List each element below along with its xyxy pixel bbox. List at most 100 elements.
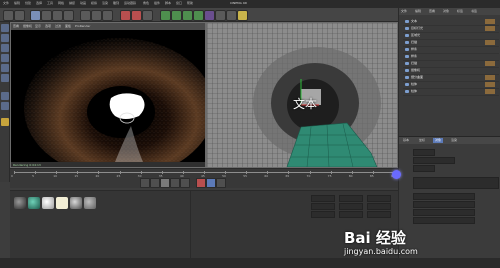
attr-field[interactable]: [413, 193, 475, 200]
attr-field[interactable]: [413, 217, 475, 224]
material-swatch[interactable]: [42, 197, 54, 209]
menu-item[interactable]: 选择: [36, 1, 42, 5]
play-icon[interactable]: [160, 178, 170, 188]
goto-end-icon[interactable]: [180, 178, 190, 188]
attr-tab-object[interactable]: 对象: [433, 138, 444, 143]
vp-menu-filter[interactable]: 过滤: [55, 24, 61, 28]
cube-icon[interactable]: [160, 10, 171, 21]
material-tag-icon[interactable]: [485, 19, 495, 24]
coord-field[interactable]: [339, 195, 363, 202]
snap-icon[interactable]: [1, 92, 9, 100]
menu-item[interactable]: 网格: [58, 1, 64, 5]
light-icon[interactable]: [237, 10, 248, 21]
attr-text-field[interactable]: [413, 177, 499, 189]
menu-item[interactable]: 帮助: [187, 1, 193, 5]
edges-mode-icon[interactable]: [1, 64, 9, 72]
scale-icon[interactable]: [52, 10, 63, 21]
floor-icon[interactable]: [215, 10, 226, 21]
subdivision-icon[interactable]: [182, 10, 193, 21]
y-axis-icon[interactable]: [91, 10, 102, 21]
menu-item[interactable]: 动画: [80, 1, 86, 5]
menu-item[interactable]: 工具: [47, 1, 53, 5]
menu-item[interactable]: 运动跟踪: [124, 1, 136, 5]
coord-field[interactable]: [367, 203, 391, 210]
menu-item[interactable]: 窗口: [176, 1, 182, 5]
material-swatch[interactable]: [56, 197, 68, 209]
vp-menu-panel[interactable]: 面板: [65, 24, 71, 28]
attr-tab-basic[interactable]: 基本: [401, 138, 411, 143]
coord-field[interactable]: [311, 211, 335, 218]
model-mode-icon[interactable]: [1, 34, 9, 42]
x-axis-icon[interactable]: [80, 10, 91, 21]
redo-icon[interactable]: [14, 10, 25, 21]
points-mode-icon[interactable]: [1, 54, 9, 62]
deformer-icon[interactable]: [204, 10, 215, 21]
material-tag-icon[interactable]: [485, 40, 495, 45]
menu-item[interactable]: 捕捉: [69, 1, 75, 5]
viewport-perspective[interactable]: 文本: [206, 22, 398, 168]
step-back-icon[interactable]: [150, 178, 160, 188]
render-settings-icon[interactable]: [142, 10, 153, 21]
coord-field[interactable]: [339, 203, 363, 210]
menu-item[interactable]: 雕刻: [113, 1, 119, 5]
vp-menu-prorender[interactable]: ProRender: [75, 24, 90, 28]
attr-field[interactable]: [413, 149, 435, 156]
render-picture-viewer-icon[interactable]: [131, 10, 142, 21]
menu-item[interactable]: 渲染: [102, 1, 108, 5]
material-tag-icon[interactable]: [485, 89, 495, 94]
material-tag-icon[interactable]: [485, 82, 495, 87]
make-editable-icon[interactable]: [1, 24, 9, 32]
objects-tab[interactable]: 标签: [457, 9, 463, 13]
polygons-mode-icon[interactable]: [1, 74, 9, 82]
vp-menu-view[interactable]: 查看: [13, 24, 19, 28]
vp-menu-camera[interactable]: 摄像机: [23, 24, 32, 28]
coord-field[interactable]: [311, 203, 335, 210]
attr-field[interactable]: [413, 201, 475, 208]
lock-icon[interactable]: [1, 118, 9, 126]
material-swatch[interactable]: [28, 197, 40, 209]
material-tag-icon[interactable]: [485, 75, 495, 80]
material-swatch[interactable]: [84, 197, 96, 209]
select-icon[interactable]: [30, 10, 41, 21]
render-view-icon[interactable]: [120, 10, 131, 21]
spline-pen-icon[interactable]: [171, 10, 182, 21]
material-swatch[interactable]: [14, 197, 26, 209]
menu-item[interactable]: 编辑: [14, 1, 20, 5]
goto-start-icon[interactable]: [140, 178, 150, 188]
coord-field[interactable]: [367, 195, 391, 202]
keyframe-icon[interactable]: [206, 178, 216, 188]
menu-item[interactable]: 模拟: [91, 1, 97, 5]
menu-item[interactable]: 创建: [25, 1, 31, 5]
coord-field[interactable]: [339, 211, 363, 218]
attr-field[interactable]: [413, 209, 475, 216]
attr-tab-coord[interactable]: 坐标: [417, 138, 427, 143]
object-row[interactable]: 柱体: [403, 88, 499, 96]
viewport-render[interactable]: 查看 摄像机 显示 选项 过滤 面板 ProRender Rendering 0…: [10, 22, 206, 168]
menu-item[interactable]: 文件: [3, 1, 9, 5]
move-icon[interactable]: [41, 10, 52, 21]
workplane-icon[interactable]: [1, 102, 9, 110]
step-forward-icon[interactable]: [170, 178, 180, 188]
material-tag-icon[interactable]: [485, 26, 495, 31]
z-axis-icon[interactable]: [102, 10, 113, 21]
menu-item[interactable]: 角色: [143, 1, 149, 5]
objects-tab[interactable]: 对象: [443, 9, 449, 13]
attr-field[interactable]: [413, 165, 435, 172]
coord-field[interactable]: [311, 195, 335, 202]
vp-menu-options[interactable]: 选项: [45, 24, 51, 28]
timeline-settings-icon[interactable]: [216, 178, 226, 188]
material-swatch[interactable]: [70, 197, 82, 209]
camera-icon[interactable]: [226, 10, 237, 21]
rotate-icon[interactable]: [63, 10, 74, 21]
objects-tab[interactable]: 书签: [471, 9, 477, 13]
menu-item[interactable]: 脚本: [165, 1, 171, 5]
objects-tab[interactable]: 编辑: [415, 9, 421, 13]
attr-field[interactable]: [413, 157, 455, 164]
menu-item[interactable]: 插件: [154, 1, 160, 5]
objects-tab[interactable]: 查看: [429, 9, 435, 13]
coord-field[interactable]: [367, 211, 391, 218]
material-tag-icon[interactable]: [485, 61, 495, 66]
vp-menu-display[interactable]: 显示: [35, 24, 41, 28]
array-icon[interactable]: [193, 10, 204, 21]
objects-tab[interactable]: 文件: [401, 9, 407, 13]
